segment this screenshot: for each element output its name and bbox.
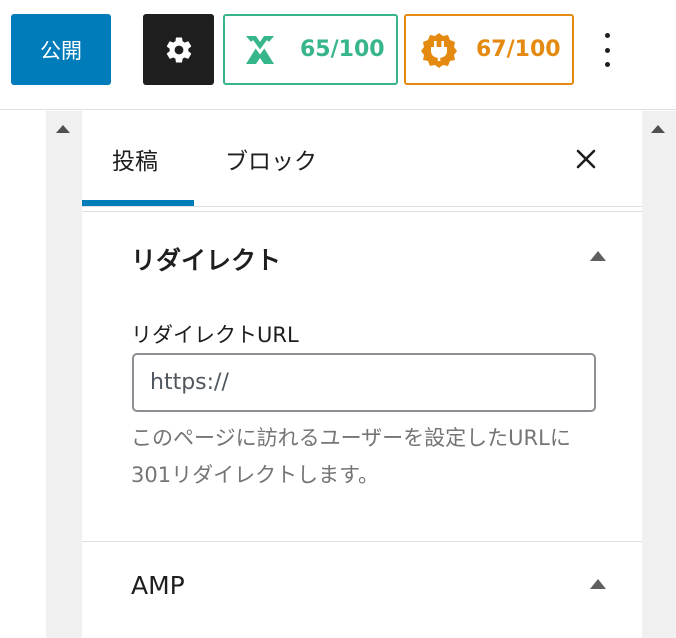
- scroll-up-arrow-icon[interactable]: [56, 125, 70, 133]
- close-icon[interactable]: [574, 147, 598, 171]
- active-tab-indicator: [82, 200, 194, 206]
- readability-score-button[interactable]: 67/100: [404, 14, 574, 85]
- redirect-url-label: リダイレクトURL: [131, 323, 299, 347]
- scroll-up-arrow-icon[interactable]: [651, 125, 665, 133]
- more-dot: [604, 33, 610, 38]
- readability-score-value: 67/100: [476, 37, 561, 62]
- settings-sidebar: 投稿 ブロック リダイレクト リダイレクトURL このページに訪れるユーザーを設…: [82, 111, 642, 638]
- sidebar-scrollbar[interactable]: [642, 111, 676, 638]
- redirect-url-input[interactable]: [132, 353, 596, 412]
- amp-panel-title[interactable]: AMP: [131, 571, 185, 600]
- tab-block[interactable]: ブロック: [225, 111, 317, 206]
- seo-score-button[interactable]: 65/100: [223, 14, 398, 85]
- redirect-help-text: このページに訪れるユーザーを設定したURLに301リダイレクトします。: [131, 426, 571, 487]
- editor-scrollbar[interactable]: [46, 111, 82, 638]
- divider: [82, 541, 642, 542]
- more-dot: [604, 62, 610, 67]
- collapse-arrow-icon[interactable]: [590, 251, 606, 261]
- more-options-button[interactable]: [595, 30, 619, 70]
- tab-post[interactable]: 投稿: [112, 111, 158, 206]
- editor-toolbar: 公開 65/100 67/100: [0, 0, 676, 110]
- publish-button[interactable]: 公開: [11, 14, 111, 85]
- more-dot: [604, 47, 610, 53]
- gear-icon: [166, 37, 191, 62]
- divider: [82, 211, 642, 212]
- settings-button[interactable]: [143, 14, 214, 85]
- redirect-panel-title[interactable]: リダイレクト: [131, 241, 281, 277]
- collapse-arrow-icon[interactable]: [590, 579, 606, 589]
- seo-logo-icon: [246, 35, 274, 64]
- sidebar-tabs: 投稿 ブロック: [82, 111, 642, 207]
- plug-badge-icon: [421, 32, 457, 68]
- seo-score-value: 65/100: [300, 37, 385, 62]
